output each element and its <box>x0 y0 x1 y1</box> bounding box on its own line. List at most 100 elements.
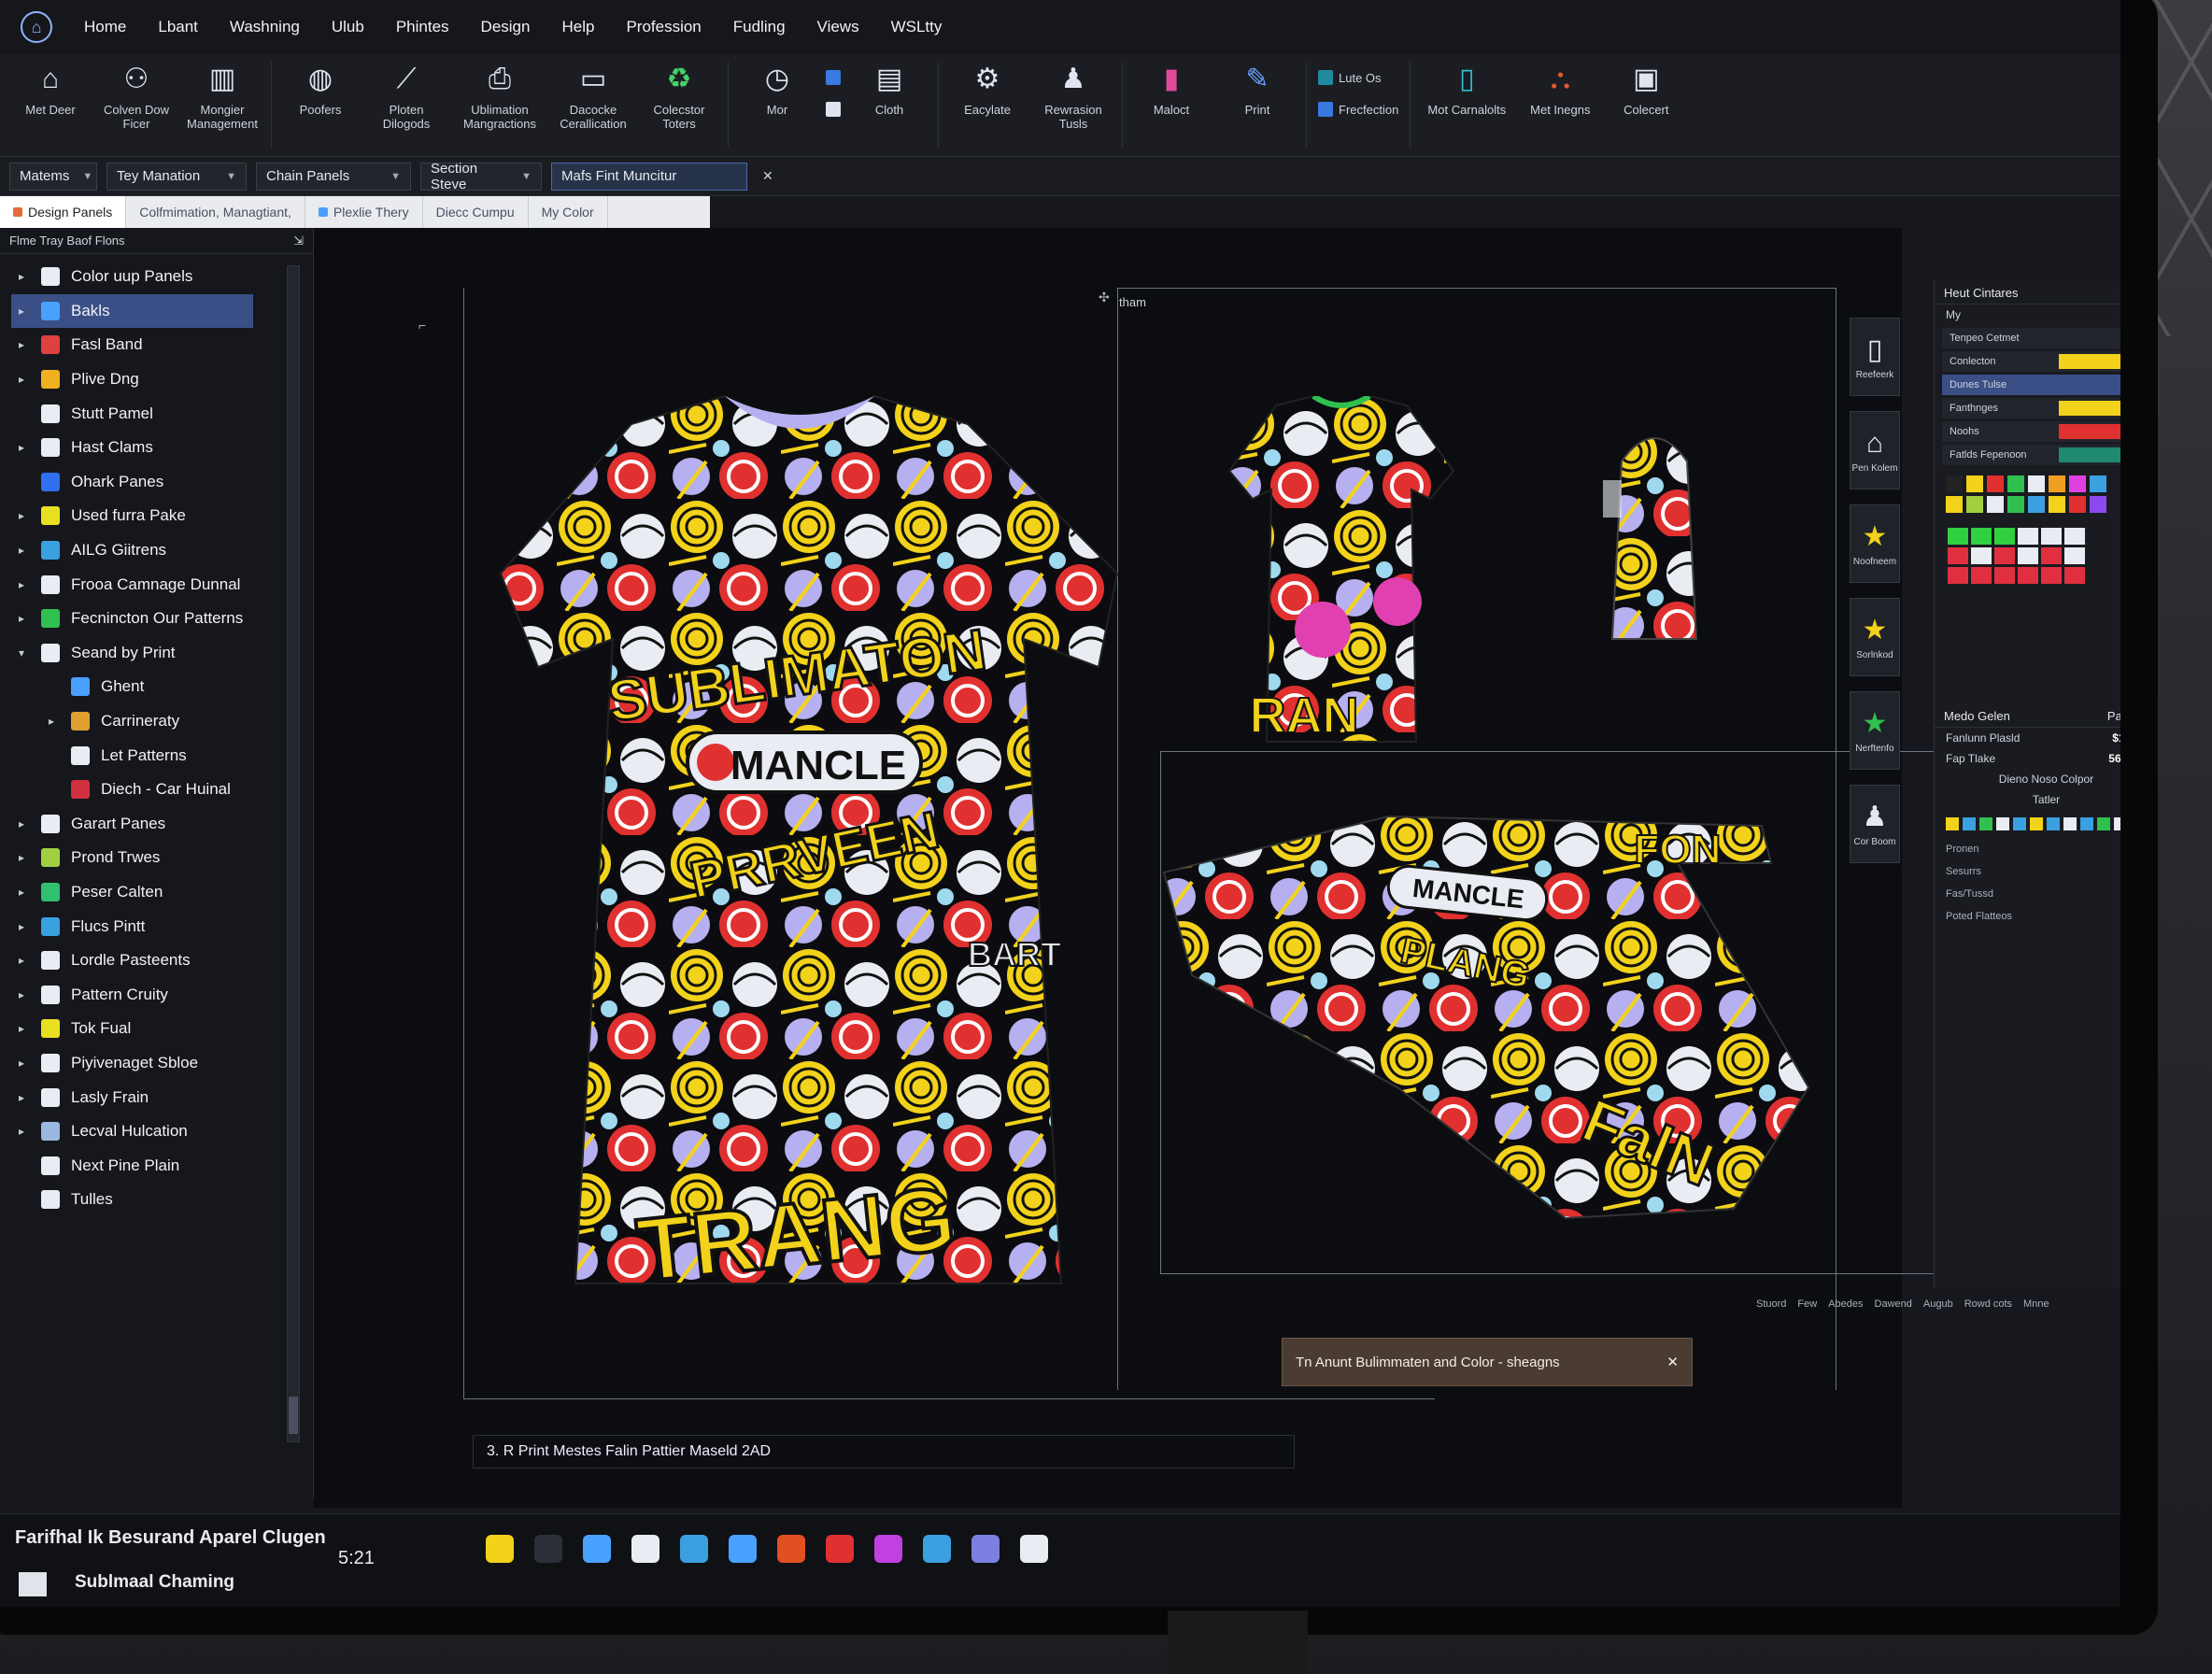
expand-arrow-icon[interactable]: ▸ <box>19 338 30 351</box>
palette-swatch[interactable] <box>1979 817 1992 830</box>
taskbar-app-icon[interactable] <box>534 1535 562 1563</box>
tree-item[interactable]: ▸ Hast Clams <box>0 431 313 465</box>
tree-item[interactable]: Let Patterns <box>0 738 313 773</box>
scrollbar-thumb[interactable] <box>289 1397 298 1434</box>
template-dropdown[interactable]: Tenpeo Cetmet▾ <box>1942 328 2120 348</box>
color-swatch[interactable] <box>2059 401 2120 416</box>
tree-item[interactable]: ▸ Plive Dng <box>0 362 313 397</box>
palette-swatch[interactable] <box>1994 528 2015 545</box>
taskbar-app-icon[interactable] <box>826 1535 854 1563</box>
ribbon-btn-mot-carnalolts[interactable]: ▯ Mot Carnalolts <box>1422 62 1511 117</box>
ribbon-btn-rewrasion[interactable]: ♟ Rewrasion Tusls <box>1036 62 1111 131</box>
palette-swatch[interactable] <box>1966 496 1983 513</box>
palette-swatch[interactable] <box>2018 528 2038 545</box>
expand-arrow-icon[interactable]: ▸ <box>19 270 30 283</box>
tree-item[interactable]: ▸ Lasly Frain <box>0 1080 313 1114</box>
tree-item[interactable]: ▸ Prond Trwes <box>0 841 313 875</box>
palette-swatch[interactable] <box>2013 817 2026 830</box>
ribbon-btn-met-deer[interactable]: ⌂ Met Deer <box>13 62 88 117</box>
ribbon-btn-ploten[interactable]: ⟋ Ploten Dilogods <box>369 62 444 131</box>
tree-item[interactable]: ▸ Frooa Camnage Dunnal <box>0 567 313 602</box>
color-row[interactable]: Conlecton <box>1942 351 2120 372</box>
taskbar-app-icon[interactable] <box>777 1535 805 1563</box>
ribbon-btn-ublimation[interactable]: ⎙ Ublimation Mangractions <box>455 62 545 131</box>
palette-swatch[interactable] <box>2097 817 2110 830</box>
property-list-item[interactable]: Fas/Tussd <box>1935 883 2120 905</box>
expand-arrow-icon[interactable]: ▸ <box>19 920 30 933</box>
palette-swatch[interactable] <box>2018 547 2038 564</box>
palette-swatch[interactable] <box>2041 547 2062 564</box>
menu-home[interactable]: Home <box>84 18 126 36</box>
status-item[interactable]: Stuord <box>1756 1298 1786 1310</box>
tree-item[interactable]: ▸ Carrineraty <box>0 704 313 739</box>
palette-swatch[interactable] <box>2090 496 2106 513</box>
menu-fudling[interactable]: Fudling <box>733 18 786 36</box>
expand-arrow-icon[interactable]: ▸ <box>19 578 30 591</box>
tree-item[interactable]: ▾ Seand by Print <box>0 636 313 671</box>
status-item[interactable]: Rowd cots <box>1964 1298 2012 1310</box>
close-icon[interactable]: ✕ <box>1666 1354 1679 1370</box>
palette-swatch[interactable] <box>1987 475 2004 492</box>
taskbar-app-icon[interactable] <box>583 1535 611 1563</box>
palette-swatch[interactable] <box>1948 547 1968 564</box>
tree-item[interactable]: ▸ AILG Giitrens <box>0 533 313 568</box>
expand-arrow-icon[interactable]: ▸ <box>19 305 30 318</box>
status-item[interactable]: Mnne <box>2023 1298 2049 1310</box>
property-list-item[interactable]: Sesurrs <box>1935 860 2120 883</box>
rail-btn-3[interactable]: ★ Noofneem <box>1850 504 1900 583</box>
status-item[interactable]: Abedes <box>1828 1298 1863 1310</box>
tree-item[interactable]: ▸ Garart Panes <box>0 807 313 842</box>
expand-arrow-icon[interactable]: ▸ <box>49 715 60 728</box>
tree-item[interactable]: ▸ Tok Fual <box>0 1012 313 1046</box>
color-row[interactable]: Dunes Tulse <box>1942 375 2120 395</box>
rail-btn-6[interactable]: ♟ Cor Boom <box>1850 785 1900 863</box>
property-list-item[interactable]: Poted Flatteos <box>1935 905 2120 928</box>
tab-colfmimation[interactable]: Colfmimation, Managtiant, <box>126 196 305 228</box>
palette-swatch[interactable] <box>1987 496 2004 513</box>
rail-btn-4[interactable]: ★ Sorlnkod <box>1850 598 1900 676</box>
close-icon[interactable]: ✕ <box>757 168 779 184</box>
flat-pattern-preview[interactable]: MANCLE PLANG FON FalN <box>1155 807 1977 1256</box>
ribbon-btn-colecstor[interactable]: ♻ Colecstor Toters <box>642 62 716 131</box>
globe-small-button[interactable] <box>826 97 841 121</box>
section-tab[interactable]: Pattens <box>2107 709 2120 723</box>
menu-profession[interactable]: Profession <box>626 18 701 36</box>
taskbar-app-icon[interactable] <box>1020 1535 1048 1563</box>
active-document-tab[interactable]: Mafs Fint Muncitur <box>551 162 747 191</box>
section-steve-dropdown[interactable]: Section Steve ▼ <box>420 161 542 192</box>
palette-swatch[interactable] <box>1971 547 1992 564</box>
ribbon-btn-dacocke[interactable]: ▭ Dacocke Cerallication <box>556 62 631 131</box>
palette-swatch[interactable] <box>1994 547 2015 564</box>
expand-arrow-icon[interactable]: ▸ <box>19 373 30 386</box>
tree-item[interactable]: ▸ Peser Calten <box>0 875 313 910</box>
expand-arrow-icon[interactable]: ▸ <box>19 1022 30 1035</box>
small-shirt-preview[interactable]: RAN <box>1220 396 1463 751</box>
status-item[interactable]: Augub <box>1923 1298 1953 1310</box>
taskbar-app-icon[interactable] <box>631 1535 659 1563</box>
expand-arrow-icon[interactable]: ▸ <box>19 851 30 864</box>
palette-swatch[interactable] <box>1946 496 1963 513</box>
color-row[interactable]: Fanthnges <box>1942 398 2120 418</box>
ribbon-btn-colven[interactable]: ⚇ Colven Dow Ficer <box>99 62 174 131</box>
palette-swatch[interactable] <box>2030 817 2043 830</box>
menu-phintes[interactable]: Phintes <box>396 18 449 36</box>
rail-btn-1[interactable]: ▯ Reefeerk <box>1850 318 1900 396</box>
tey-manation-dropdown[interactable]: Tey Manation ▼ <box>106 162 247 191</box>
palette-swatch[interactable] <box>2047 817 2060 830</box>
expand-arrow-icon[interactable]: ▸ <box>19 817 30 830</box>
taskbar-app-icon[interactable] <box>680 1535 708 1563</box>
ribbon-btn-met-inegns[interactable]: ⛬ Met Inegns <box>1523 62 1597 117</box>
palette-swatch[interactable] <box>2114 817 2120 830</box>
app-logo-icon[interactable]: ⌂ <box>21 11 52 43</box>
expand-arrow-icon[interactable]: ▸ <box>19 1091 30 1104</box>
gear-small-button[interactable] <box>826 65 841 90</box>
palette-swatch[interactable] <box>2028 496 2045 513</box>
menu-design[interactable]: Design <box>481 18 531 36</box>
expand-arrow-icon[interactable]: ▸ <box>19 612 30 625</box>
palette-swatch[interactable] <box>1946 817 1959 830</box>
taskbar-app-icon[interactable] <box>971 1535 1000 1563</box>
status-item[interactable]: Few <box>1797 1298 1817 1310</box>
expand-arrow-icon[interactable]: ▸ <box>19 1057 30 1070</box>
expand-arrow-icon[interactable]: ▸ <box>19 1125 30 1138</box>
palette-swatch[interactable] <box>2041 528 2062 545</box>
